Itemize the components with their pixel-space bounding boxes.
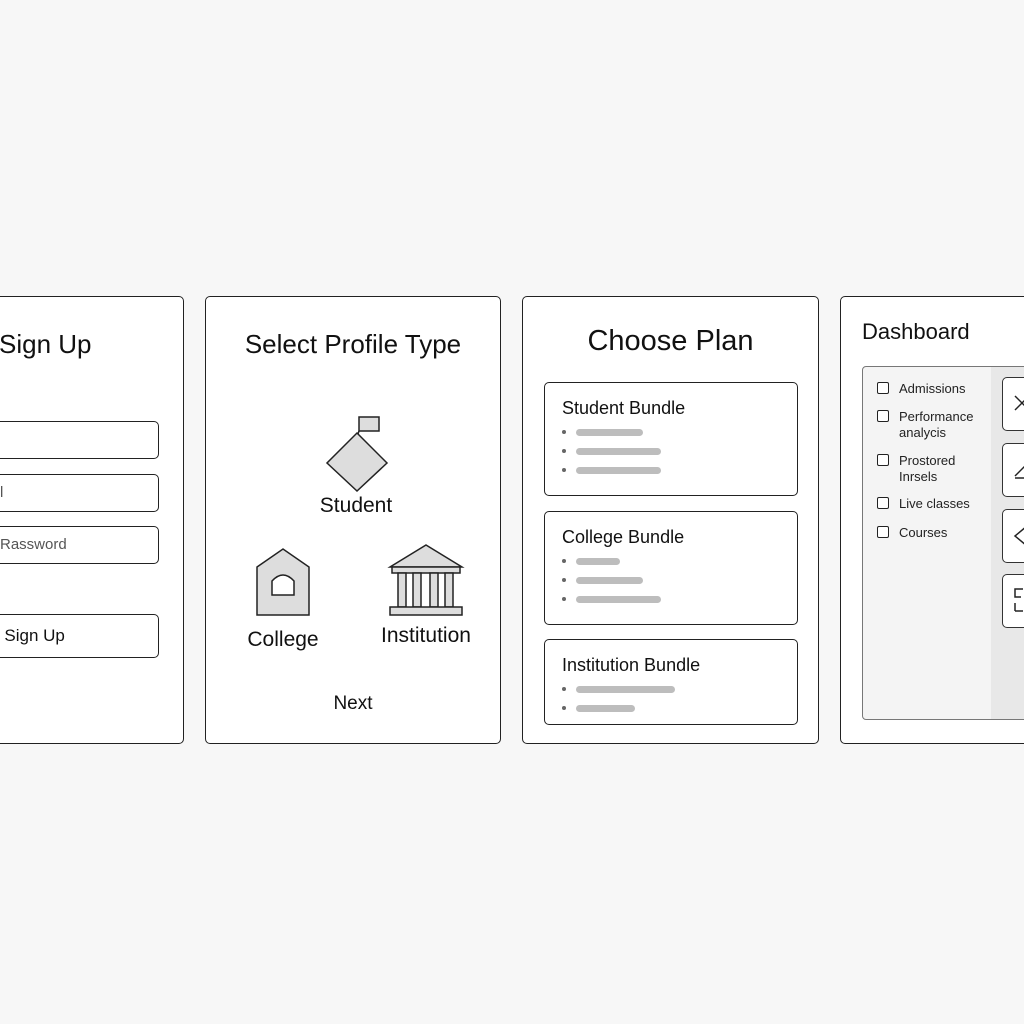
document-icon (1014, 588, 1023, 612)
college-label: College (247, 628, 319, 651)
dashboard-tile[interactable] (1002, 509, 1024, 563)
nav-label: Live classes (899, 496, 970, 511)
nav-label: Courses (899, 525, 948, 540)
tag-icon (1013, 527, 1024, 545)
checkbox[interactable] (877, 526, 889, 538)
next-button[interactable]: Next (206, 693, 500, 715)
institution-building-icon (387, 544, 465, 616)
bundle-title: College Bundle (562, 527, 685, 547)
name-field[interactable] (0, 421, 159, 459)
student-option[interactable]: Student (296, 413, 416, 518)
signup-title: Sign Up (0, 329, 92, 359)
school-building-icon (256, 548, 310, 616)
email-field[interactable]: l (0, 474, 159, 512)
institution-label: Institution (381, 624, 471, 647)
institution-option[interactable]: Institution (366, 543, 486, 648)
college-option[interactable]: College (228, 547, 338, 652)
college-bundle-card[interactable]: College Bundle (544, 511, 798, 625)
bundle-title: Institution Bundle (562, 655, 701, 675)
profile-type-card: Select Profile Type Student College Inst… (205, 296, 501, 744)
institution-bundle-card[interactable]: Institution Bundle (544, 639, 798, 725)
plan-title: Choose Plan (587, 325, 754, 357)
checkbox[interactable] (877, 410, 889, 422)
nav-label: Performance analycis (899, 409, 974, 440)
password-field[interactable]: Rassword (0, 526, 159, 564)
close-icon (1014, 395, 1024, 411)
profile-title: Select Profile Type (244, 329, 462, 359)
graduation-cap-icon (325, 416, 389, 493)
nav-label: Admissions (899, 381, 966, 396)
nav-label: Prostored Inrsels (899, 453, 956, 484)
checkbox[interactable] (877, 454, 889, 466)
checkbox[interactable] (877, 382, 889, 394)
dashboard-tile[interactable] (1002, 574, 1024, 628)
sign-up-button[interactable]: r Sign Up (0, 614, 159, 658)
dashboard-title: Dashboard (862, 319, 970, 344)
checkbox[interactable] (877, 497, 889, 509)
student-bundle-card[interactable]: Student Bundle (544, 382, 798, 496)
choose-plan-card: Choose Plan Student Bundle College Bundl… (522, 296, 819, 744)
signup-card: Sign Up l Rassword r Sign Up (0, 296, 184, 744)
bundle-title: Student Bundle (562, 398, 686, 418)
edit-icon (1014, 465, 1024, 479)
dashboard-panel: Admissions Performance analycis Prostore… (862, 366, 1024, 720)
student-label: Student (319, 494, 393, 517)
dashboard-card: Dashboard Admissions Performance analyci… (840, 296, 1024, 744)
dashboard-tile[interactable] (1002, 377, 1024, 431)
dashboard-tile[interactable] (1002, 443, 1024, 497)
